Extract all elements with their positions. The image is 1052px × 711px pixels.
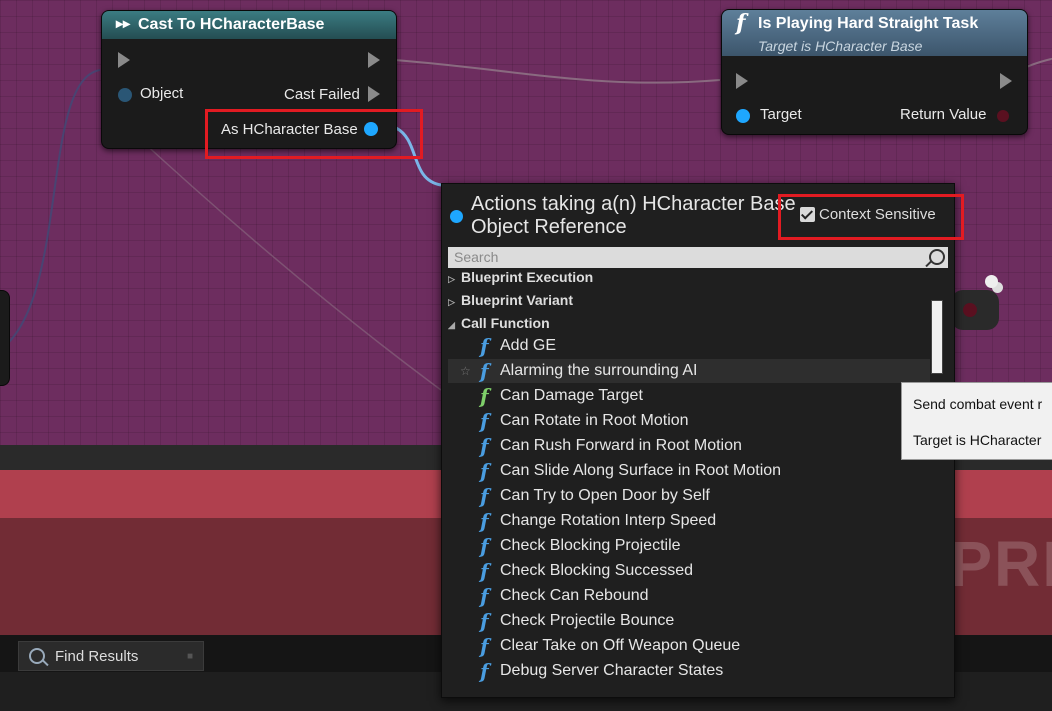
category-blueprint-execution[interactable]: ▷ Blueprint Execution xyxy=(448,270,593,288)
function-node-header[interactable]: Is Playing Hard Straight Task Target is … xyxy=(722,10,1027,56)
list-item-label: Check Projectile Bounce xyxy=(500,612,675,629)
function-icon: f xyxy=(480,609,489,633)
list-item-label: Can Damage Target xyxy=(500,387,643,404)
exec-in-pin[interactable] xyxy=(118,52,130,68)
exec-out-pin[interactable] xyxy=(1000,73,1012,89)
search-input[interactable]: Search xyxy=(448,247,948,268)
function-icon: f xyxy=(480,434,489,458)
expand-arrow-icon: ▷ xyxy=(448,297,455,307)
function-node[interactable]: Is Playing Hard Straight Task Target is … xyxy=(721,9,1028,135)
search-icon xyxy=(29,648,45,664)
category-call-function[interactable]: ◢ Call Function xyxy=(448,312,550,334)
cast-failed-pin[interactable] xyxy=(368,86,380,102)
tab-find-results[interactable]: Find Results ■ xyxy=(18,641,204,671)
pure-function-icon: f xyxy=(480,384,489,408)
object-reference-icon xyxy=(450,210,463,223)
list-item[interactable]: f Clear Take on Off Weapon Queue xyxy=(448,634,930,658)
list-item-label: Can Rotate in Root Motion xyxy=(500,412,689,429)
function-icon: f xyxy=(480,409,489,433)
list-item-label: Alarming the surrounding AI xyxy=(500,362,698,379)
action-tooltip: Send combat event r Target is HCharacter xyxy=(901,382,1052,460)
function-node-title: Is Playing Hard Straight Task xyxy=(758,15,979,32)
tab-find-results-label: Find Results xyxy=(55,648,139,665)
collapse-arrow-icon: ◢ xyxy=(448,320,455,330)
list-item[interactable]: f Can Try to Open Door by Self xyxy=(448,484,930,508)
list-item[interactable]: f Check Projectile Bounce xyxy=(448,609,930,633)
reroute-node[interactable] xyxy=(951,290,999,330)
list-item-label: Debug Server Character States xyxy=(500,662,724,679)
cast-icon: ▸▸ xyxy=(116,15,131,31)
function-icon: f xyxy=(480,359,489,383)
search-placeholder: Search xyxy=(454,249,499,265)
target-pin-label: Target xyxy=(760,106,802,123)
function-icon: f xyxy=(480,534,489,558)
list-item[interactable]: f Check Blocking Projectile xyxy=(448,534,930,558)
cast-node-title[interactable]: Cast To HCharacterBase xyxy=(102,11,396,39)
list-item[interactable]: f Can Rotate in Root Motion xyxy=(448,409,930,433)
list-item[interactable]: f Check Blocking Successed xyxy=(448,559,930,583)
tooltip-line2: Target is HCharacter xyxy=(913,432,1042,448)
list-item[interactable]: f Check Can Rebound xyxy=(448,584,930,608)
search-icon xyxy=(929,249,945,265)
list-item[interactable]: ☆ f Alarming the surrounding AI xyxy=(448,359,930,383)
list-item-label: Can Slide Along Surface in Root Motion xyxy=(500,462,782,479)
function-icon: f xyxy=(480,334,489,358)
list-item[interactable]: f Can Damage Target xyxy=(448,384,930,408)
list-scrollbar-thumb[interactable] xyxy=(931,300,943,374)
function-icon: f xyxy=(480,559,489,583)
list-item-label: Clear Take on Off Weapon Queue xyxy=(500,637,741,654)
favorite-star-icon[interactable]: ☆ xyxy=(460,359,471,383)
tooltip-line1: Send combat event r xyxy=(913,396,1043,412)
reroute-pin[interactable] xyxy=(963,303,977,317)
highlight-as-hcharacter xyxy=(205,109,423,159)
highlight-context-sensitive xyxy=(778,194,964,240)
list-item[interactable]: f Debug Server Character States xyxy=(448,659,930,683)
exec-in-pin[interactable] xyxy=(736,73,748,89)
category-label: Blueprint Execution xyxy=(461,270,594,285)
list-item[interactable]: f Can Rush Forward in Root Motion xyxy=(448,434,930,458)
list-item-label: Check Blocking Projectile xyxy=(500,537,681,554)
object-pin[interactable] xyxy=(118,88,132,102)
target-pin[interactable] xyxy=(736,109,750,123)
return-value-pin-label: Return Value xyxy=(900,106,987,123)
function-icon: f xyxy=(480,634,489,658)
list-item[interactable]: f Can Slide Along Surface in Root Motion xyxy=(448,459,930,483)
list-item-label: Check Blocking Successed xyxy=(500,562,693,579)
expand-arrow-icon: ▷ xyxy=(448,274,455,284)
action-menu[interactable]: Actions taking a(n) HCharacter Base Obje… xyxy=(441,183,955,698)
function-icon: f xyxy=(480,584,489,608)
category-label: Call Function xyxy=(461,315,550,331)
function-icon: f xyxy=(480,484,489,508)
list-item-label: Can Try to Open Door by Self xyxy=(500,487,710,504)
cast-failed-pin-label: Cast Failed xyxy=(284,86,360,103)
list-item-label: Add GE xyxy=(500,337,557,354)
action-menu-title: Actions taking a(n) HCharacter Base Obje… xyxy=(471,193,796,238)
list-item-label: Check Can Rebound xyxy=(500,587,649,604)
blueprint-watermark: PRI xyxy=(949,528,1052,600)
function-icon: f xyxy=(480,659,489,683)
object-pin-label: Object xyxy=(140,85,184,102)
return-value-pin[interactable] xyxy=(997,110,1009,122)
category-label: Blueprint Variant xyxy=(461,292,574,308)
function-node-subtitle: Target is HCharacter Base xyxy=(758,38,923,54)
function-icon: f xyxy=(480,509,489,533)
list-item[interactable]: f Change Rotation Interp Speed xyxy=(448,509,930,533)
exec-out-pin[interactable] xyxy=(368,52,380,68)
reroute-knob[interactable] xyxy=(985,275,998,288)
tab-close-icon[interactable]: ■ xyxy=(187,642,193,672)
function-icon: f xyxy=(736,10,746,36)
action-list[interactable]: ▷ Blueprint Execution ▷ Blueprint Variant … xyxy=(448,270,930,690)
list-item[interactable]: f Add GE xyxy=(448,334,930,358)
category-blueprint-variant[interactable]: ▷ Blueprint Variant xyxy=(448,289,573,311)
list-item-label: Change Rotation Interp Speed xyxy=(500,512,717,529)
list-item-label: Can Rush Forward in Root Motion xyxy=(500,437,742,454)
function-icon: f xyxy=(480,459,489,483)
offscreen-node[interactable] xyxy=(0,290,10,386)
